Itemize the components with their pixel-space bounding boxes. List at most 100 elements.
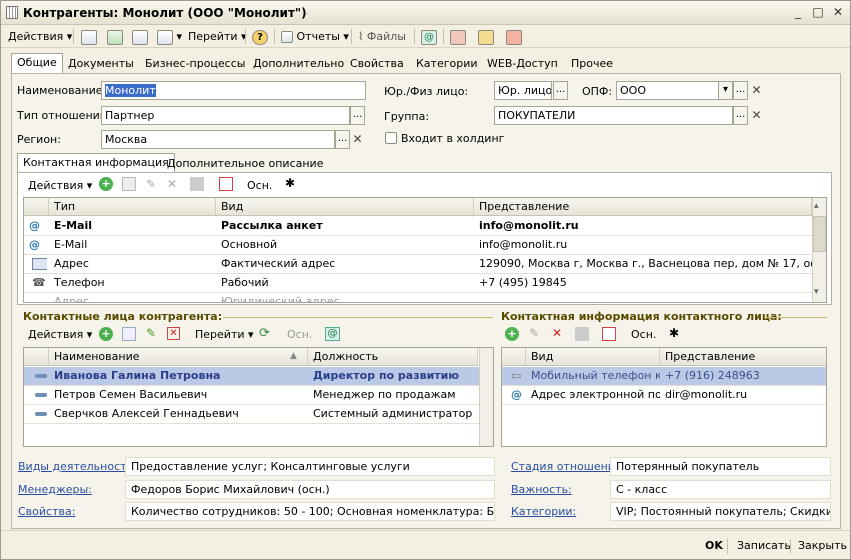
importance-link[interactable]: Важность: — [511, 483, 572, 496]
holding-checkbox[interactable] — [385, 132, 397, 144]
table-row[interactable]: @ Адрес электронной по... dir@monolit.ru — [502, 386, 826, 405]
save-row-icon[interactable] — [190, 177, 204, 191]
persons-actions-menu[interactable]: Действия ▾ — [28, 326, 92, 343]
opf-select-button[interactable]: ... — [733, 81, 748, 100]
categories-link[interactable]: Категории: — [511, 505, 576, 518]
region-field[interactable]: Москва — [101, 130, 335, 149]
persons-goto-menu[interactable]: Перейти ▾ — [195, 326, 254, 343]
delete-person-icon[interactable]: ✕ — [167, 327, 180, 340]
managers-link[interactable]: Менеджеры: — [18, 483, 92, 496]
tab-additional[interactable]: Дополнительно — [248, 55, 349, 73]
tab-other[interactable]: Прочее — [566, 55, 618, 73]
tab-additional-description[interactable]: Дополнительное описание — [162, 155, 328, 173]
add-person-icon[interactable]: + — [99, 327, 113, 341]
close-button[interactable]: Закрыть — [798, 537, 847, 555]
scroll-thumb[interactable] — [813, 216, 826, 252]
close-window-button[interactable]: ✕ — [830, 5, 846, 20]
group-field[interactable]: ПОКУПАТЕЛИ — [494, 106, 733, 125]
help-icon[interactable]: ? — [252, 28, 268, 45]
address-icon — [27, 255, 47, 274]
minimize-button[interactable]: _ — [790, 5, 806, 20]
add-contact-icon[interactable]: + — [505, 327, 519, 341]
persons-grid-scrollbar[interactable] — [479, 348, 493, 446]
region-clear-button[interactable]: ✕ — [351, 130, 364, 149]
person-icon — [30, 405, 48, 424]
cell-name: Сверчков Алексей Геннадьевич — [54, 407, 239, 420]
relation-select-button[interactable]: ... — [350, 106, 365, 125]
phone-call-icon[interactable] — [506, 28, 522, 45]
legal-entity-field[interactable]: Юр. лицо — [494, 81, 552, 100]
fax-icon[interactable] — [450, 28, 466, 45]
tab-documents[interactable]: Документы — [63, 55, 139, 73]
cell-name: Иванова Галина Петровна — [54, 369, 221, 382]
copy-person-icon[interactable] — [122, 327, 136, 341]
scroll-up-icon[interactable]: ▴ — [814, 201, 819, 211]
no-filter-contact-icon[interactable] — [602, 327, 616, 341]
footer-divider — [1, 530, 850, 531]
opf-dropdown-button[interactable]: ▾ — [718, 81, 733, 100]
bottle-icon[interactable] — [478, 28, 494, 45]
copy-icon[interactable] — [132, 28, 148, 45]
sort-icon[interactable]: ▲ — [290, 351, 297, 361]
back-icon[interactable] — [81, 28, 97, 45]
persons-main-button[interactable]: Осн. — [287, 326, 312, 343]
refresh-persons-icon[interactable]: ⟳ — [259, 326, 270, 341]
toolbar-separator — [351, 29, 352, 44]
opf-clear-button[interactable]: ✕ — [750, 81, 763, 100]
table-row[interactable]: Петров Семен Васильевич Менеджер по прод… — [24, 386, 479, 405]
table-row[interactable]: Иванова Галина Петровна Директор по разв… — [24, 367, 479, 386]
table-row[interactable]: @ E-Mail Основной info@monolit.ru — [24, 236, 812, 255]
delete-icon[interactable]: ✕ — [167, 177, 177, 191]
actions-menu[interactable]: Действия ▾ — [8, 28, 72, 45]
cell-view: info@monolit.ru — [479, 219, 579, 232]
name-field-value: Монолит — [105, 84, 156, 97]
copy-row-icon[interactable] — [122, 177, 136, 191]
no-filter-icon[interactable] — [219, 177, 233, 191]
email-person-icon[interactable]: @ — [325, 327, 340, 341]
contact-person-main-button[interactable]: Осн. — [631, 326, 656, 343]
group-clear-button[interactable]: ✕ — [750, 106, 763, 125]
edit-contact-icon[interactable]: ✎ — [529, 326, 539, 340]
refresh-icon[interactable] — [107, 28, 123, 45]
tab-categories[interactable]: Категории — [411, 55, 483, 73]
wizard-contact-icon[interactable]: ✱ — [669, 326, 679, 340]
edit-icon[interactable]: ✎ — [146, 177, 156, 191]
add-icon[interactable]: + — [99, 177, 113, 191]
contact-actions-menu[interactable]: Действия ▾ — [28, 177, 92, 194]
ok-button[interactable]: OK — [705, 537, 723, 555]
table-row[interactable]: @ E-Mail Рассылка анкет info@monolit.ru — [24, 217, 812, 236]
table-row[interactable]: ☎ Телефон Рабочий +7 (495) 19845 — [24, 274, 812, 293]
delete-contact-icon[interactable]: ✕ — [552, 326, 562, 340]
tab-properties[interactable]: Свойства — [345, 55, 409, 73]
legal-select-button[interactable]: ... — [553, 81, 568, 100]
goto-menu[interactable]: Перейти ▾ — [188, 28, 247, 45]
relation-type-field[interactable]: Партнер — [101, 106, 350, 125]
tab-general[interactable]: Общие — [11, 53, 63, 73]
save-contact-icon[interactable] — [575, 327, 589, 341]
table-row[interactable]: Адрес Юридический адрес — [24, 293, 812, 302]
email-send-icon[interactable]: @ — [421, 28, 437, 45]
table-row[interactable]: ▭ Мобильный телефон к... +7 (916) 248963 — [502, 367, 826, 386]
opf-field[interactable]: ООО — [616, 81, 733, 100]
toolbar-separator — [443, 29, 444, 44]
name-field[interactable]: Монолит — [101, 81, 366, 100]
maximize-button[interactable]: □ — [810, 5, 826, 20]
tab-web-access[interactable]: WEB-Доступ — [482, 55, 563, 73]
table-row[interactable]: Сверчков Алексей Геннадьевич Системный а… — [24, 405, 479, 424]
group-select-button[interactable]: ... — [733, 106, 748, 125]
properties-link[interactable]: Свойства: — [18, 505, 75, 518]
tab-business-processes[interactable]: Бизнес-процессы — [140, 55, 250, 73]
activities-link[interactable]: Виды деятельности: — [18, 460, 137, 473]
contact-main-button[interactable]: Осн. — [247, 177, 272, 194]
stage-link[interactable]: Стадия отношений: — [511, 460, 626, 473]
tab-contact-info[interactable]: Контактная информация — [17, 153, 175, 172]
edit-person-icon[interactable]: ✎ — [146, 326, 156, 340]
wizard-icon[interactable]: ✱ — [285, 176, 295, 190]
structure-icon[interactable]: ▾ — [157, 28, 182, 45]
files-button[interactable]: ⌇ Файлы — [358, 28, 406, 45]
reports-menu[interactable]: Отчеты ▾ — [281, 28, 349, 45]
save-button[interactable]: Записать — [737, 537, 791, 555]
table-row[interactable]: Адрес Фактический адрес 129090, Москва г… — [24, 255, 812, 274]
scroll-down-icon[interactable]: ▾ — [814, 287, 819, 297]
region-select-button[interactable]: ... — [335, 130, 350, 149]
